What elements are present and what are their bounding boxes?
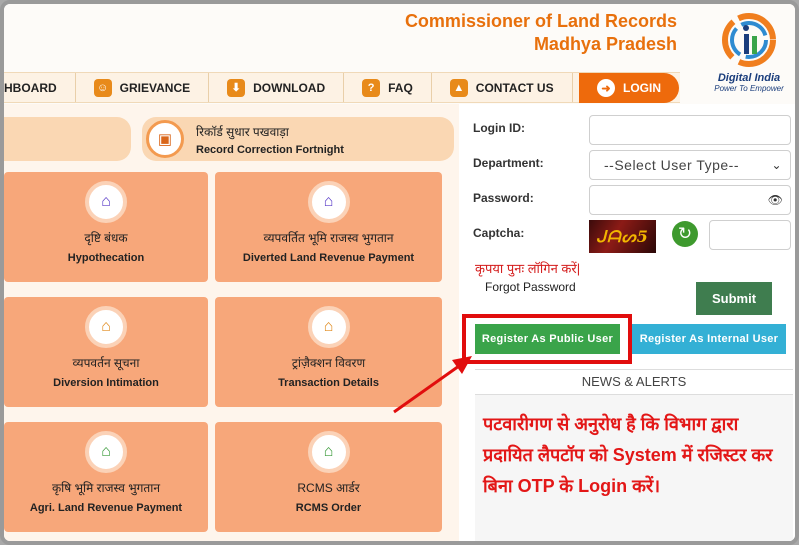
logo-name: Digital India	[717, 72, 781, 84]
captcha-text: ᒍᗩᔕ5	[596, 226, 649, 246]
news-heading: NEWS & ALERTS	[475, 369, 793, 395]
banner-tab[interactable]	[4, 117, 131, 161]
password-label: Password:	[473, 191, 534, 205]
faq-icon: ?	[362, 78, 381, 97]
nav-contact-us[interactable]: ▲ CONTACT US	[432, 73, 573, 102]
register-public-user-button[interactable]: Register As Public User	[475, 324, 620, 354]
digital-india-logo[interactable]: Digital India Power To Empower	[704, 10, 794, 98]
nav-grievance-label: GRIEVANCE	[119, 80, 191, 95]
eye-icon[interactable]: 👁	[768, 193, 783, 207]
login-panel: Login ID: Department: --Select User Type…	[459, 104, 795, 541]
card-diverted-land-revenue[interactable]: ⌂ व्यपवर्तित भूमि राजस्व भुगतान Diverted…	[215, 172, 442, 282]
contact-icon: ▲	[449, 78, 468, 97]
services-panel: ▣ रिकॉर्ड सुधार पखवाड़ा Record Correctio…	[4, 104, 459, 541]
department-value: --Select User Type--	[604, 157, 739, 173]
card-en: Diverted Land Revenue Payment	[242, 252, 415, 264]
grievance-icon: ☺	[93, 78, 112, 97]
logo-tagline: Power To Empower	[714, 84, 784, 93]
digital-india-logo-icon	[722, 13, 776, 67]
card-hi: दृष्टि बंधक	[84, 231, 128, 245]
nav-contact-label: CONTACT US	[475, 80, 554, 95]
card-hi: कृषि भूमि राजस्व भुगतान	[51, 481, 161, 495]
news-text: पटवारीगण से अनुरोध है कि विभाग द्वारा प्…	[483, 414, 773, 496]
home-icon: ⌂	[307, 181, 350, 223]
card-rcms-order[interactable]: ⌂ RCMS आर्डर RCMS Order	[215, 422, 442, 532]
nav-download[interactable]: ⬇ DOWNLOAD	[209, 73, 345, 102]
browser-frame: Commissioner of Land Records Madhya Prad…	[0, 0, 799, 545]
card-diversion-intimation[interactable]: ⌂ व्यपवर्तन सूचना Diversion Intimation	[4, 297, 208, 407]
error-message: कृपया पुनः लॉगिन करें|	[475, 261, 581, 276]
home-icon: ⌂	[85, 181, 127, 223]
card-hi: ट्रांज़ैक्शन विवरण	[291, 356, 366, 370]
card-en: Hypothecation	[67, 252, 145, 264]
department-label: Department:	[473, 156, 544, 170]
home-icon: ⌂	[85, 431, 127, 473]
captcha-label: Captcha:	[473, 226, 525, 240]
home-icon: ⌂	[85, 306, 127, 348]
captcha-input[interactable]	[709, 220, 791, 250]
register-internal-user-button[interactable]: Register As Internal User	[632, 324, 786, 354]
chevron-down-icon: ⌄	[771, 158, 782, 172]
login-icon: ➜	[597, 79, 615, 97]
forgot-password-link[interactable]: Forgot Password	[485, 280, 576, 294]
refresh-icon[interactable]: ↻	[672, 221, 698, 247]
card-transaction-details[interactable]: ⌂ ट्रांज़ैक्शन विवरण Transaction Details	[215, 297, 442, 407]
card-en: Transaction Details	[278, 377, 379, 389]
org-title-line2: Madhya Pradesh	[533, 34, 677, 54]
main-nav: HBOARD ☺ GRIEVANCE ⬇ DOWNLOAD ? FAQ ▲ CO…	[4, 72, 680, 103]
nav-faq[interactable]: ? FAQ	[344, 73, 432, 102]
news-body: पटवारीगण से अनुरोध है कि विभाग द्वारा प्…	[475, 395, 793, 541]
record-icon: ▣	[146, 120, 184, 158]
card-hi: व्यपवर्तन सूचना	[72, 356, 140, 370]
department-select[interactable]: --Select User Type-- ⌄	[589, 150, 791, 180]
record-correction-banner[interactable]: ▣ रिकॉर्ड सुधार पखवाड़ा Record Correctio…	[142, 117, 454, 161]
home-icon: ⌂	[307, 431, 350, 473]
nav-dashboard[interactable]: HBOARD	[4, 73, 76, 102]
site-header: Commissioner of Land Records Madhya Prad…	[4, 4, 795, 104]
nav-download-label: DOWNLOAD	[253, 80, 326, 95]
login-id-input[interactable]	[589, 115, 791, 145]
submit-button[interactable]: Submit	[696, 282, 772, 315]
card-agri-land-revenue[interactable]: ⌂ कृषि भूमि राजस्व भुगतान Agri. Land Rev…	[4, 422, 208, 532]
login-id-label: Login ID:	[473, 121, 525, 135]
download-icon: ⬇	[227, 78, 246, 97]
password-input[interactable]: 👁	[589, 185, 791, 215]
org-title: Commissioner of Land Records Madhya Prad…	[405, 10, 677, 56]
card-en: Agri. Land Revenue Payment	[29, 502, 183, 514]
banner-title-en: Record Correction Fortnight	[196, 143, 344, 156]
card-hi: RCMS आर्डर	[297, 481, 360, 495]
nav-login-label: LOGIN	[623, 81, 661, 95]
home-icon: ⌂	[307, 306, 350, 348]
card-en: RCMS Order	[295, 502, 362, 514]
captcha-image: ᒍᗩᔕ5	[589, 220, 656, 253]
card-hi: व्यपवर्तित भूमि राजस्व भुगतान	[263, 231, 394, 245]
nav-faq-label: FAQ	[388, 80, 413, 95]
nav-login[interactable]: ➜ LOGIN	[579, 73, 679, 103]
card-en: Diversion Intimation	[53, 377, 159, 389]
nav-grievance[interactable]: ☺ GRIEVANCE	[76, 73, 210, 102]
banner-title-hi: रिकॉर्ड सुधार पखवाड़ा	[196, 124, 289, 139]
nav-dashboard-label: HBOARD	[4, 80, 57, 95]
org-title-line1: Commissioner of Land Records	[404, 11, 677, 31]
card-hypothecation[interactable]: ⌂ दृष्टि बंधक Hypothecation	[4, 172, 208, 282]
